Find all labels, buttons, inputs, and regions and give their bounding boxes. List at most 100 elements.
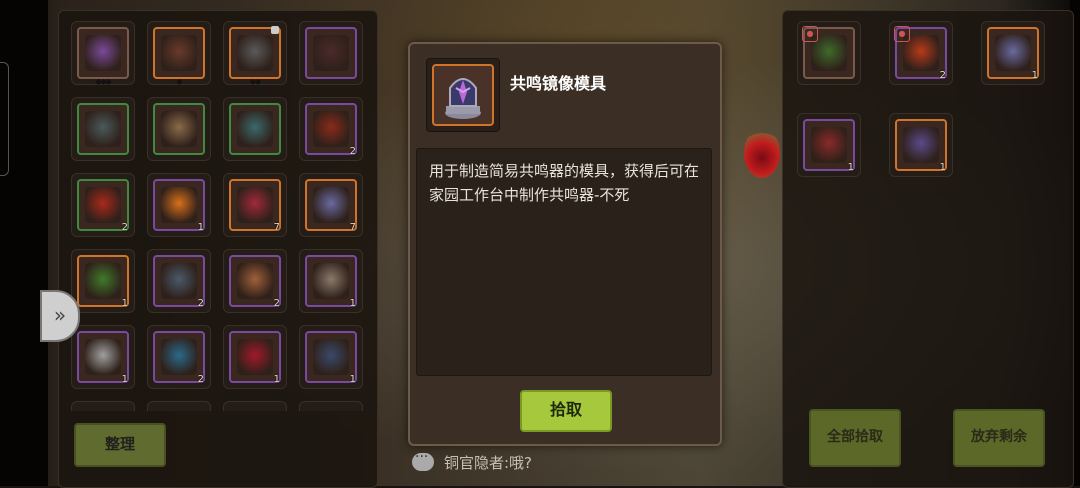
scroll-icon xyxy=(313,263,349,299)
discard-rest-button[interactable]: 放弃剩余 xyxy=(953,409,1045,467)
item-slot[interactable]: 1 xyxy=(981,21,1045,85)
new-tag-icon: ● xyxy=(802,26,818,42)
chat-message: 铜官隐者:哦? xyxy=(444,453,533,472)
item-quantity: 7 xyxy=(349,222,356,233)
item-frame xyxy=(305,27,357,79)
item-slot[interactable]: 1 xyxy=(71,325,135,389)
item-frame xyxy=(77,27,129,79)
item-slot[interactable]: ◆◆ xyxy=(223,21,287,86)
lock-icon xyxy=(271,26,279,34)
item-slot[interactable]: ◆ xyxy=(147,21,211,86)
item-slot[interactable]: 2 xyxy=(223,249,287,313)
item-slot[interactable] xyxy=(223,97,287,161)
pick-all-button[interactable]: 全部拾取 xyxy=(809,409,901,467)
screen-edge-left xyxy=(0,0,48,486)
dark-gem-icon xyxy=(313,339,349,375)
item-slot[interactable]: 2 xyxy=(71,173,135,237)
star-rank-icon: ◆ xyxy=(176,77,182,86)
ore-icon xyxy=(161,263,197,299)
item-slot[interactable] xyxy=(299,21,363,85)
new-tag-icon: ● xyxy=(894,26,910,42)
mirror-mold-icon xyxy=(432,64,494,126)
item-slot[interactable]: 7 xyxy=(299,173,363,237)
bow-icon xyxy=(313,35,349,71)
mirror-mold-icon xyxy=(903,127,939,163)
inventory-grid: ◆◆◆ ◆ ◆◆ 2 2 1 7 7 1 2 2 1 1 2 1 1 xyxy=(71,21,371,411)
item-slot[interactable] xyxy=(71,97,135,161)
item-quantity: 1 xyxy=(1031,70,1038,81)
item-quantity: 1 xyxy=(847,162,854,173)
item-slot[interactable]: 1 xyxy=(147,173,211,237)
item-quantity: 1 xyxy=(349,298,356,309)
item-quantity: 2 xyxy=(197,298,204,309)
item-icon-slot xyxy=(426,58,500,132)
item-quantity: 2 xyxy=(121,222,128,233)
sort-button[interactable]: 整理 xyxy=(74,423,166,467)
potion-icon xyxy=(237,187,273,223)
meat-icon xyxy=(237,263,273,299)
item-slot[interactable] xyxy=(223,401,287,411)
item-frame xyxy=(229,103,281,155)
item-quantity: 1 xyxy=(273,374,280,385)
item-quantity: 7 xyxy=(273,222,280,233)
item-slot[interactable] xyxy=(71,401,135,411)
item-slot[interactable]: 2 ● xyxy=(889,21,953,85)
red-horn-icon xyxy=(811,127,847,163)
item-description: 用于制造简易共鸣器的模具，获得后可在家园工作台中制作共鸣器-不死 xyxy=(429,162,700,204)
item-slot[interactable] xyxy=(299,401,363,411)
egg-icon xyxy=(85,339,121,375)
red-crystal-icon xyxy=(237,339,273,375)
robe-icon xyxy=(237,111,273,147)
item-slot[interactable]: ● xyxy=(797,21,861,85)
chevron-right-icon: » xyxy=(53,303,67,327)
item-slot[interactable]: 1 xyxy=(299,325,363,389)
herb-icon xyxy=(85,263,121,299)
armor-icon xyxy=(161,111,197,147)
inventory-panel: ◆◆◆ ◆ ◆◆ 2 2 1 7 7 1 2 2 1 1 2 1 1 整理 xyxy=(58,10,378,488)
axe-icon xyxy=(85,187,121,223)
item-slot[interactable] xyxy=(147,401,211,411)
fire-orb xyxy=(744,128,780,178)
item-quantity: 1 xyxy=(197,222,204,233)
item-frame xyxy=(229,27,281,79)
item-quantity: 1 xyxy=(349,374,356,385)
item-quantity: 2 xyxy=(349,146,356,157)
spear-icon xyxy=(85,111,121,147)
item-quantity: 1 xyxy=(121,298,128,309)
item-slot[interactable]: 1 xyxy=(299,249,363,313)
item-quantity: 1 xyxy=(121,374,128,385)
sun-orb-icon xyxy=(161,187,197,223)
item-slot[interactable] xyxy=(147,97,211,161)
item-slot[interactable]: 1 xyxy=(797,113,861,177)
item-slot[interactable]: 1 xyxy=(223,325,287,389)
item-description-box: 用于制造简易共鸣器的模具，获得后可在家园工作台中制作共鸣器-不死 xyxy=(416,148,712,376)
item-quantity: 1 xyxy=(939,162,946,173)
claw-icon xyxy=(313,111,349,147)
chat-bubble-icon xyxy=(412,449,434,471)
item-frame xyxy=(153,103,205,155)
loot-grid: ● 2 ● 1 1 1 xyxy=(791,21,1071,221)
item-quantity: 2 xyxy=(939,70,946,81)
item-slot[interactable]: 1 xyxy=(889,113,953,177)
item-quantity: 2 xyxy=(273,298,280,309)
item-slot[interactable]: 2 xyxy=(147,249,211,313)
star-rank-icon: ◆◆ xyxy=(249,77,261,86)
crystal-icon xyxy=(313,187,349,223)
chat-line[interactable]: 铜官隐者:哦? xyxy=(412,449,533,474)
item-frame xyxy=(77,103,129,155)
purple-flower-icon xyxy=(85,35,121,71)
item-slot[interactable]: ◆◆◆ xyxy=(71,21,135,86)
crystal-icon xyxy=(995,35,1031,71)
item-slot[interactable]: 7 xyxy=(223,173,287,237)
item-name: 共鸣镜像模具 xyxy=(510,74,607,93)
item-frame xyxy=(153,27,205,79)
item-quantity: 2 xyxy=(197,374,204,385)
staff-icon xyxy=(237,35,273,71)
item-slot[interactable]: 2 xyxy=(147,325,211,389)
item-slot[interactable]: 2 xyxy=(299,97,363,161)
item-slot[interactable]: 1 xyxy=(71,249,135,313)
loot-panel: ● 2 ● 1 1 1 全部拾取 放弃剩余 xyxy=(782,10,1074,488)
bow-icon xyxy=(161,35,197,71)
blue-gem-icon xyxy=(161,339,197,375)
pick-up-button[interactable]: 拾取 xyxy=(520,390,612,432)
